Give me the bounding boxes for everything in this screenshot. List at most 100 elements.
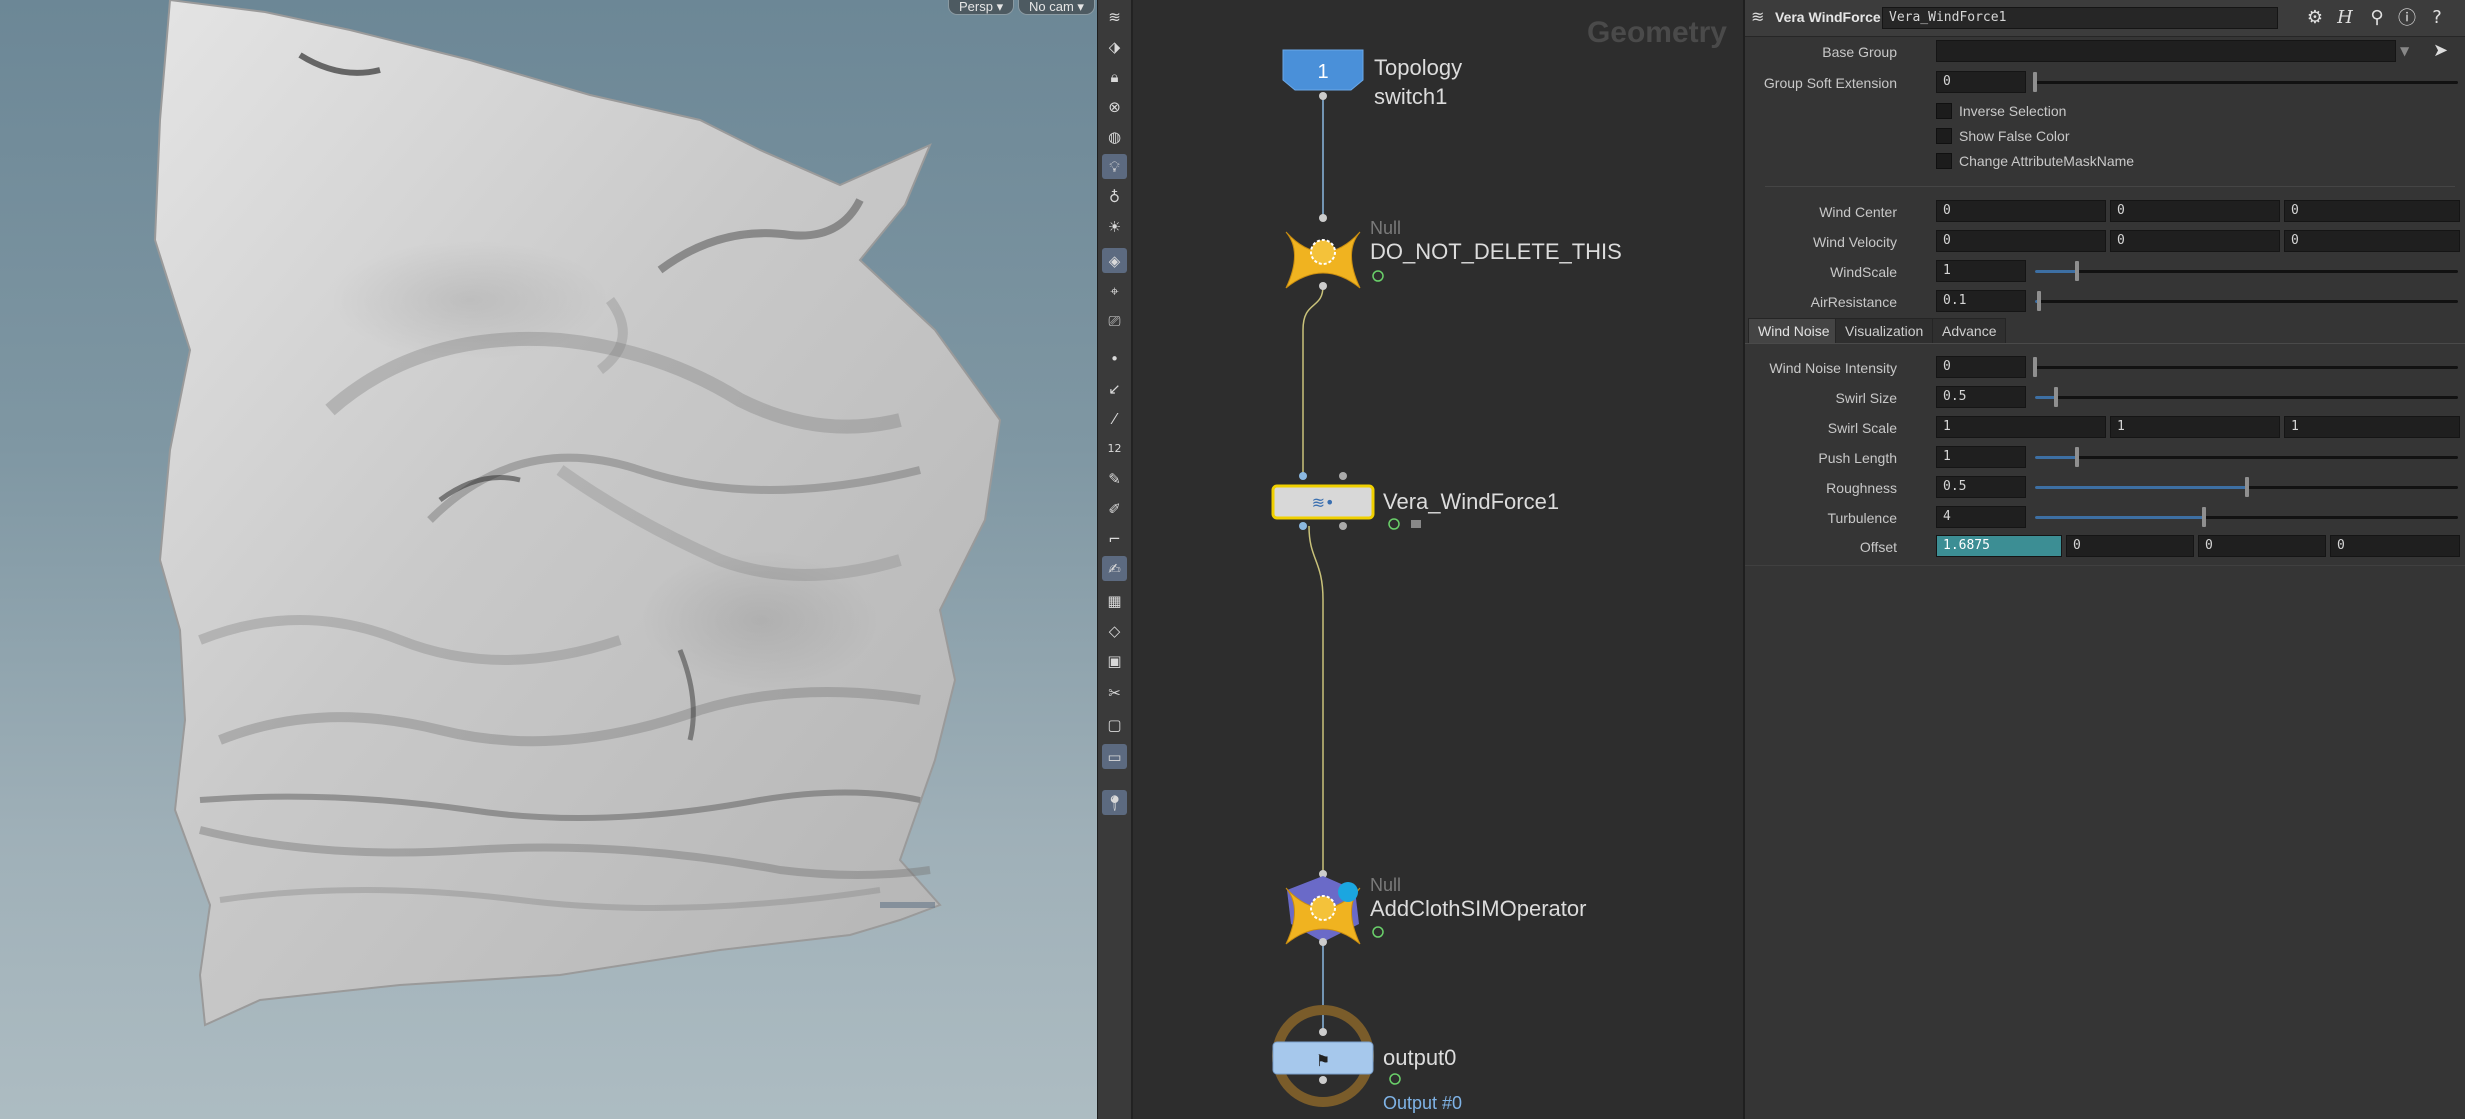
wind-center-y-field[interactable]: 0	[2110, 200, 2280, 222]
location-pin-icon[interactable]: 📍︎	[1102, 790, 1127, 815]
light-icon[interactable]: ♁	[1102, 184, 1127, 209]
tab-advance[interactable]: Advance	[1932, 318, 2007, 344]
node-name-field[interactable]: Vera_WindForce1	[1882, 7, 2278, 29]
cloth-mesh-render	[153, 0, 1002, 1027]
airresistance-field[interactable]: 0.1	[1936, 290, 2026, 312]
camera-view-menu[interactable]: Persp ▾	[948, 0, 1015, 15]
curve-icon[interactable]: ⌐	[1102, 526, 1127, 551]
turbulence-slider[interactable]	[2035, 507, 2458, 527]
swirl-scale-y-field[interactable]: 1	[2110, 416, 2280, 438]
wind-center-z-field[interactable]: 0	[2284, 200, 2460, 222]
wind-noise-intensity-field[interactable]: 0	[1936, 356, 2026, 378]
group-soft-extension-label: Group Soft Extension	[1763, 75, 1897, 91]
ambient-light-icon[interactable]: ☀︎	[1102, 214, 1127, 239]
gear-icon[interactable]: ⚙︎	[2303, 5, 2327, 29]
offset-field-2[interactable]: 0	[2066, 535, 2194, 557]
display-options-icon[interactable]: ⬗	[1102, 34, 1127, 59]
paint-icon[interactable]: ✐	[1102, 496, 1127, 521]
draw-icon[interactable]: ✍︎	[1102, 556, 1127, 581]
offset-field-1[interactable]: 1.6875	[1936, 535, 2062, 557]
windscale-label: WindScale	[1830, 264, 1897, 280]
airresistance-slider[interactable]	[2035, 291, 2458, 311]
null-type-label: Null	[1370, 218, 1402, 238]
svg-text:≋•: ≋•	[1312, 493, 1335, 512]
network-editor[interactable]: Geometry 1 ≋• ⚑ Topology switch1 Null DO…	[1131, 0, 1745, 1119]
lock-icon[interactable]: 🔒︎	[1102, 64, 1127, 89]
select-arrow-icon[interactable]: ➤	[2433, 40, 2448, 61]
handle-tool-icon[interactable]: ≋	[1102, 4, 1127, 29]
camera-lock-icon[interactable]: ⎚	[1102, 308, 1127, 333]
push-length-field[interactable]: 1	[1936, 446, 2026, 468]
info-icon[interactable]: ⓘ	[2395, 5, 2419, 29]
change-attribute-mask-checkbox[interactable]	[1936, 153, 1952, 169]
roughness-label: Roughness	[1826, 480, 1897, 496]
clear-icon[interactable]: ⊗	[1102, 94, 1127, 119]
switch-node[interactable]: 1	[1282, 49, 1364, 100]
group-soft-extension-field[interactable]: 0	[1936, 71, 2026, 93]
wind-velocity-z-field[interactable]: 0	[2284, 230, 2460, 252]
point-icon[interactable]: •	[1102, 346, 1127, 371]
roughness-slider[interactable]	[2035, 477, 2458, 497]
scene-viewport[interactable]: Persp ▾ No cam ▾	[0, 0, 1097, 1119]
image-icon[interactable]: ▣	[1102, 648, 1127, 673]
null-node-addcloth[interactable]	[1285, 870, 1384, 946]
texture-icon[interactable]: ▦	[1102, 588, 1127, 613]
windscale-field[interactable]: 1	[1936, 260, 2026, 282]
camera-select-menu[interactable]: No cam ▾	[1018, 0, 1095, 15]
null2-type-label: Null	[1370, 875, 1402, 895]
switch-node-name: switch1	[1374, 84, 1448, 109]
node-wires: 1 ≋• ⚑	[1271, 49, 1421, 1107]
inverse-selection-checkbox[interactable]	[1936, 103, 1952, 119]
snap-number-icon[interactable]: 12	[1102, 436, 1127, 461]
camera-icon[interactable]: ⌖	[1102, 278, 1127, 303]
tab-visualization[interactable]: Visualization	[1835, 318, 1934, 344]
base-group-dropdown-icon[interactable]: ▼	[2400, 44, 2409, 58]
help-h-icon[interactable]: H	[2333, 5, 2357, 29]
brush-icon[interactable]: ↙	[1102, 376, 1127, 401]
show-false-color-checkbox[interactable]	[1936, 128, 1952, 144]
windforce-node-name: Vera_WindForce1	[1383, 489, 1560, 514]
wind-velocity-label: Wind Velocity	[1812, 234, 1897, 250]
wind-velocity-x-field[interactable]: 0	[1936, 230, 2106, 252]
sculpt-icon[interactable]: ✎	[1102, 466, 1127, 491]
output-node-name: output0	[1383, 1045, 1457, 1070]
swirl-scale-z-field[interactable]: 1	[2284, 416, 2460, 438]
node-type-icon: ≋	[1751, 7, 1765, 26]
grid-icon[interactable]: ◇	[1102, 618, 1127, 643]
search-icon[interactable]: ⚲	[2365, 5, 2389, 29]
push-length-label: Push Length	[1818, 450, 1897, 466]
parameter-header: ≋ Vera WindForce Vera_WindForce1 ⚙︎ H ⚲ …	[1745, 0, 2465, 37]
turbulence-field[interactable]: 4	[1936, 506, 2026, 528]
sphere-icon[interactable]: ◍	[1102, 124, 1127, 149]
wind-center-label: Wind Center	[1819, 204, 1897, 220]
null-node-do-not-delete[interactable]	[1285, 214, 1384, 290]
swirl-size-slider[interactable]	[2035, 387, 2458, 407]
material-icon[interactable]: ◈	[1102, 248, 1127, 273]
base-group-field[interactable]	[1936, 40, 2396, 62]
push-length-slider[interactable]	[2035, 447, 2458, 467]
wind-center-x-field[interactable]: 0	[1936, 200, 2106, 222]
output-node[interactable]: ⚑	[1272, 1005, 1401, 1107]
help-icon[interactable]: ?	[2425, 5, 2449, 29]
airresistance-label: AirResistance	[1810, 294, 1897, 310]
tab-wind-noise[interactable]: Wind Noise	[1748, 318, 1840, 344]
roughness-field[interactable]: 0.5	[1936, 476, 2026, 498]
swirl-scale-x-field[interactable]: 1	[1936, 416, 2106, 438]
switch-node-label: Topology	[1374, 55, 1463, 80]
offset-field-3[interactable]: 0	[2198, 535, 2326, 557]
pin-icon[interactable]: ⁄	[1102, 406, 1127, 431]
cut-icon[interactable]: ✂︎	[1102, 680, 1127, 705]
offset-field-4[interactable]: 0	[2330, 535, 2460, 557]
swirl-size-field[interactable]: 0.5	[1936, 386, 2026, 408]
headlight-icon[interactable]: 💡︎	[1102, 154, 1127, 179]
output-node-subtitle: Output #0	[1383, 1093, 1463, 1113]
render-region-icon[interactable]: ▭	[1102, 744, 1127, 769]
wind-velocity-y-field[interactable]: 0	[2110, 230, 2280, 252]
panel-bottom-divider	[1745, 565, 2465, 566]
wind-noise-intensity-slider[interactable]	[2033, 357, 2458, 377]
stop-icon[interactable]: ▢	[1102, 712, 1127, 737]
change-attribute-mask-label: Change AttributeMaskName	[1959, 153, 2135, 169]
wind-noise-intensity-label: Wind Noise Intensity	[1769, 360, 1897, 376]
group-soft-extension-slider[interactable]	[2033, 72, 2458, 92]
windscale-slider[interactable]	[2035, 261, 2458, 281]
